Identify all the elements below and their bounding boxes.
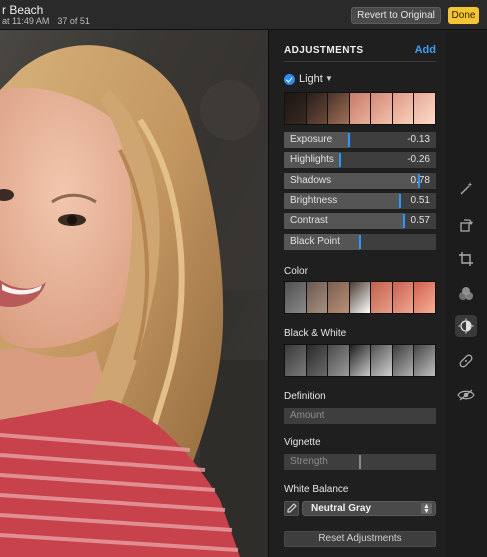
white-balance-value: Neutral Gray xyxy=(311,503,372,514)
slider-knob[interactable] xyxy=(348,133,350,147)
tool-column xyxy=(446,30,487,557)
photo-count: 37 of 51 xyxy=(57,16,90,26)
slider-label: Brightness xyxy=(290,195,338,206)
black-white-filmstrip[interactable] xyxy=(284,344,436,377)
slider-value: -0.26 xyxy=(407,154,430,165)
chevron-updown-icon: ▲ ▼ xyxy=(421,503,432,515)
slider-brightness[interactable]: Brightness 0.51 xyxy=(284,193,436,209)
slider-knob[interactable] xyxy=(403,214,405,228)
red-eye-icon[interactable] xyxy=(455,384,477,406)
color-label: Color xyxy=(284,266,308,277)
slider-shadows[interactable]: Shadows 0.78 xyxy=(284,173,436,189)
slider-exposure[interactable]: Exposure -0.13 xyxy=(284,132,436,148)
slider-knob[interactable] xyxy=(359,235,361,249)
slider-knob[interactable] xyxy=(339,153,341,167)
vignette-label: Vignette xyxy=(284,437,321,448)
slider-knob[interactable] xyxy=(359,455,361,469)
slider-label: Contrast xyxy=(290,215,328,226)
vignette-strength-slider[interactable]: Strength xyxy=(284,454,436,470)
panel-header: ADJUSTMENTS Add xyxy=(284,44,436,62)
slider-highlights[interactable]: Highlights -0.26 xyxy=(284,152,436,168)
reset-adjustments-button[interactable]: Reset Adjustments xyxy=(284,531,436,547)
slider-contrast[interactable]: Contrast 0.57 xyxy=(284,213,436,229)
slider-label: Highlights xyxy=(290,154,334,165)
white-balance-select[interactable]: Neutral Gray ▲ ▼ xyxy=(302,501,436,516)
crop-icon[interactable] xyxy=(455,248,477,270)
light-label: Light xyxy=(299,73,323,85)
rotate-icon[interactable] xyxy=(455,214,477,236)
photo-title: r Beach xyxy=(2,3,44,17)
slider-label: Strength xyxy=(290,456,328,467)
slider-value: 0.57 xyxy=(410,215,430,226)
panel-title: ADJUSTMENTS xyxy=(284,45,364,56)
slider-black-point[interactable]: Black Point xyxy=(284,234,436,250)
slider-value: -0.13 xyxy=(407,134,430,145)
revert-to-original-button[interactable]: Revert to Original xyxy=(351,7,441,24)
definition-label: Definition xyxy=(284,391,326,402)
add-button[interactable]: Add xyxy=(415,44,436,56)
black-white-label: Black & White xyxy=(284,328,347,339)
slider-label: Amount xyxy=(290,410,325,421)
title-bar: r Beach at 11:49 AM 37 of 51 Revert to Or… xyxy=(0,0,487,30)
magic-wand-icon[interactable] xyxy=(455,178,477,200)
slider-label: Exposure xyxy=(290,134,333,145)
checkmark-icon[interactable] xyxy=(284,74,295,85)
retouch-icon[interactable] xyxy=(455,350,477,372)
photo-canvas[interactable] xyxy=(0,30,268,557)
eyedropper-icon[interactable] xyxy=(284,501,299,516)
adjust-icon[interactable] xyxy=(455,315,477,337)
portrait-photo xyxy=(0,30,268,557)
slider-knob[interactable] xyxy=(418,174,420,188)
filters-icon[interactable] xyxy=(455,283,477,305)
slider-knob[interactable] xyxy=(399,194,401,208)
color-filmstrip[interactable] xyxy=(284,281,436,314)
slider-value: 0.51 xyxy=(410,195,430,206)
photo-subtitle: at 11:49 AM 37 of 51 xyxy=(2,16,90,26)
chevron-down-icon[interactable]: ▼ xyxy=(325,74,333,83)
done-button[interactable]: Done xyxy=(448,7,479,24)
light-filmstrip[interactable] xyxy=(284,92,436,125)
adjustments-panel: ADJUSTMENTS Add Light ▼ Exposure -0.13 Hig… xyxy=(268,30,446,557)
photo-date: at 11:49 AM xyxy=(2,16,50,26)
white-balance-label: White Balance xyxy=(284,484,349,495)
definition-amount-slider[interactable]: Amount xyxy=(284,408,436,424)
slider-value: 0.78 xyxy=(410,175,430,186)
slider-label: Black Point xyxy=(290,236,341,247)
slider-label: Shadows xyxy=(290,175,332,186)
